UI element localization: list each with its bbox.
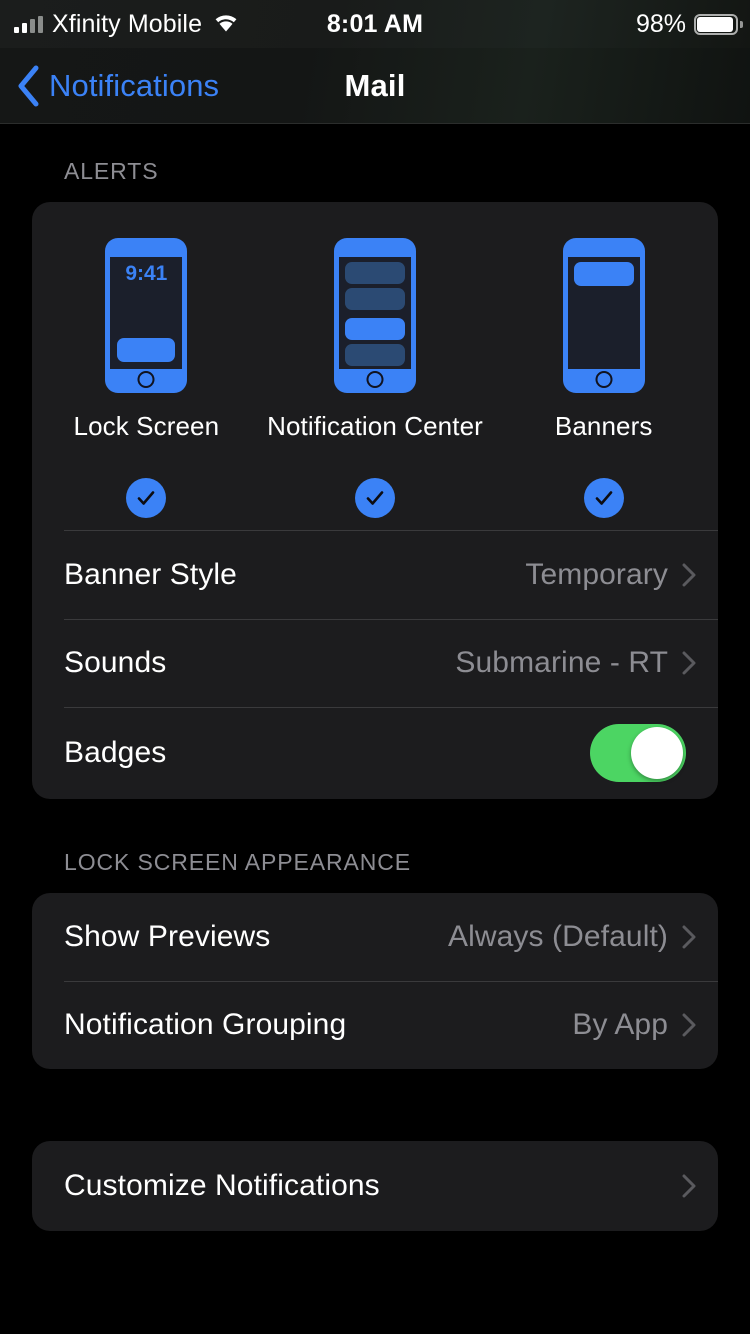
- alert-option-label: Notification Center: [267, 411, 483, 441]
- row-badges[interactable]: Badges: [32, 707, 718, 799]
- row-label: Banner Style: [64, 558, 237, 591]
- row-show-previews[interactable]: Show Previews Always (Default): [32, 893, 718, 981]
- battery-icon: [694, 13, 743, 35]
- row-label: Show Previews: [64, 920, 271, 953]
- customize-notifications-card: Customize Notifications: [32, 1141, 718, 1231]
- phone-banner-icon: [562, 238, 645, 393]
- checkmark-banners[interactable]: [583, 478, 624, 518]
- row-value: Submarine - RT: [455, 646, 668, 679]
- row-value: Always (Default): [448, 920, 668, 953]
- alert-option-lock-screen[interactable]: 9:41 Lock Screen: [32, 238, 261, 442]
- checkmark-lock-screen[interactable]: [126, 478, 167, 518]
- row-label: Notification Grouping: [64, 1008, 347, 1041]
- alerts-section-header: ALERTS: [64, 158, 159, 184]
- badges-toggle[interactable]: [590, 724, 686, 782]
- checkmark-icon: [366, 491, 384, 505]
- alerts-card: 9:41 Lock Screen Notification Center Ban…: [32, 202, 718, 799]
- alert-option-label: Banners: [554, 411, 653, 441]
- page-title: Mail: [344, 67, 406, 103]
- chevron-right-icon: [682, 925, 696, 949]
- checkmark-notification-center[interactable]: [355, 478, 395, 518]
- chevron-right-icon: [682, 563, 696, 587]
- row-sounds[interactable]: Sounds Submarine - RT: [32, 619, 718, 707]
- lock-screen-appearance-header: LOCK SCREEN APPEARANCE: [64, 849, 412, 875]
- chevron-right-icon: [682, 651, 696, 675]
- status-bar-right: 98%: [635, 9, 743, 39]
- row-label: Customize Notifications: [64, 1169, 380, 1202]
- alert-option-banners[interactable]: Banners: [489, 238, 718, 442]
- row-customize-notifications[interactable]: Customize Notifications: [32, 1141, 718, 1231]
- status-bar: Xfinity Mobile 8:01 AM 98%: [0, 0, 750, 48]
- settings-content: ALERTS 9:41 Lock Screen Notification Cen…: [0, 125, 750, 1334]
- lock-screen-appearance-card: Show Previews Always (Default) Notificat…: [32, 893, 718, 1069]
- iphone-screen: Xfinity Mobile 8:01 AM 98% Notifications…: [0, 0, 750, 1334]
- chevron-right-icon: [682, 1174, 696, 1198]
- row-label: Sounds: [64, 646, 167, 679]
- alert-option-label: Lock Screen: [73, 411, 220, 441]
- row-value: By App: [572, 1008, 668, 1041]
- alert-option-notification-center[interactable]: Notification Center: [261, 238, 490, 442]
- chevron-right-icon: [682, 1013, 696, 1037]
- row-value: Temporary: [525, 558, 668, 591]
- row-banner-style[interactable]: Banner Style Temporary: [32, 531, 718, 619]
- checkmark-icon: [138, 491, 155, 505]
- toggle-knob: [631, 727, 683, 779]
- navigation-bar: Notifications Mail: [0, 48, 750, 124]
- alert-option-checkmarks: [32, 464, 718, 530]
- row-notification-grouping[interactable]: Notification Grouping By App: [32, 981, 718, 1069]
- phone-notification-center-icon: [334, 238, 416, 393]
- alert-style-picker: 9:41 Lock Screen Notification Center Ban…: [32, 202, 718, 464]
- phone-clock-label: 9:41: [125, 262, 168, 285]
- checkmark-icon: [595, 491, 612, 505]
- row-label: Badges: [64, 736, 167, 769]
- battery-percent: 98%: [635, 9, 686, 38]
- phone-lock-screen-icon: 9:41: [105, 238, 188, 393]
